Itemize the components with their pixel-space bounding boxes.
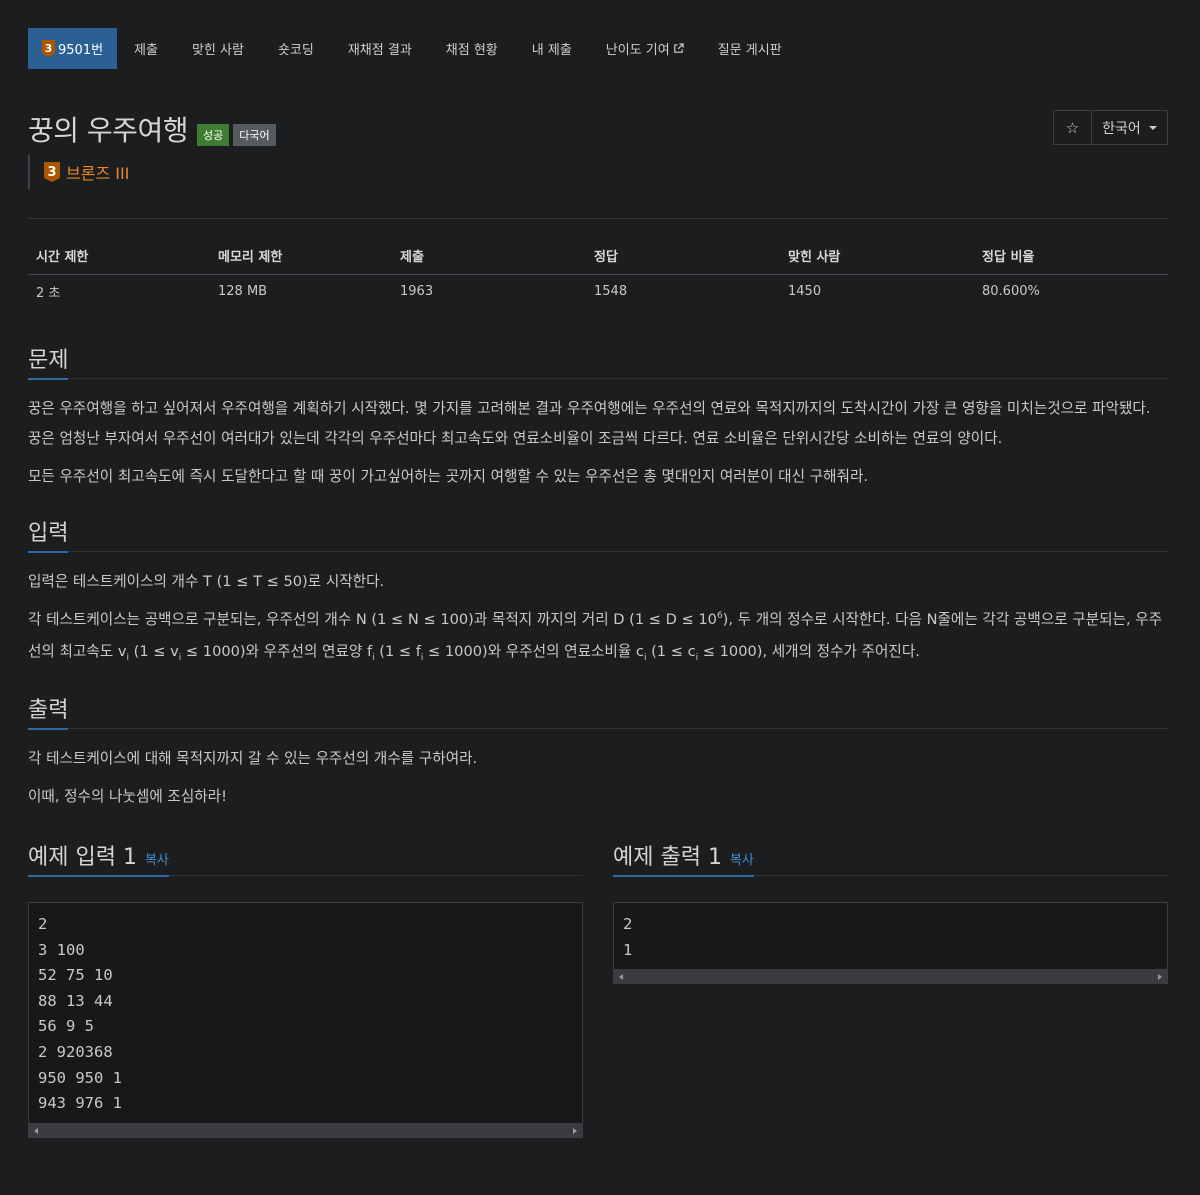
sample-input-line: 56 9 5	[38, 1017, 94, 1036]
input-text: (1 ≤ c	[646, 643, 696, 660]
sample-input-title: 예제 입력 1	[28, 845, 137, 870]
title-actions: ☆ 한국어	[1053, 110, 1168, 145]
sample-output: 예제 출력 1 복사 21	[613, 838, 1168, 1138]
sample-input-line: 3 100	[38, 940, 85, 959]
table-header-row: 시간 제한 메모리 제한 제출 정답 맞힌 사람 정답 비율	[28, 237, 1168, 275]
input-description-2: 각 테스트케이스는 공백으로 구분되는, 우주선의 개수 N (1 ≤ N ≤ …	[28, 605, 1168, 669]
problem-description-2: 모든 우주선이 최고속도에 즉시 도달한다고 할 때 꿍이 가고싶어하는 곳까지…	[28, 468, 869, 485]
sample-input-line: 943 976 1	[38, 1094, 122, 1113]
input-text: 각 테스트케이스는 공백으로 구분되는, 우주선의 개수 N (1 ≤ N ≤ …	[28, 611, 717, 628]
sample-input-line: 52 75 10	[38, 966, 113, 985]
subscript: i	[372, 653, 375, 663]
scroll-right-icon[interactable]	[1158, 974, 1162, 981]
bronze-tier-icon: 3	[44, 162, 60, 182]
language-label: 한국어	[1102, 120, 1141, 137]
sample-output-line: 1	[623, 940, 633, 959]
tab-problem[interactable]: 3 9501번	[28, 28, 118, 69]
value-submissions: 1963	[400, 284, 434, 300]
value-memory-limit: 128 MB	[218, 284, 268, 300]
tab-difficulty-label: 난이도 기여	[605, 43, 670, 58]
value-time-limit: 2 초	[36, 286, 61, 302]
chevron-down-icon	[1148, 125, 1157, 130]
input-text: (1 ≤ v	[129, 643, 179, 660]
tab-solvers[interactable]: 맞힌 사람	[175, 28, 261, 69]
input-text: ≤ 1000)와 우주선의 연료소비율 c	[423, 643, 644, 660]
scroll-right-icon[interactable]	[573, 1127, 577, 1134]
page-title: 꿍의 우주여행	[28, 113, 188, 147]
header-submissions: 제출	[392, 237, 586, 275]
tab-difficulty[interactable]: 난이도 기여	[589, 28, 701, 69]
language-select[interactable]: 한국어	[1092, 111, 1167, 144]
tab-short-coding[interactable]: 숏코딩	[261, 28, 331, 69]
problem-description: 꿍은 우주여행을 하고 싶어져서 우주여행을 계획하기 시작했다. 몇 가지를 …	[28, 400, 1151, 447]
output-description-2: 이때, 정수의 나눗셈에 조심하라!	[28, 788, 227, 805]
sample-output-heading: 예제 출력 1 복사	[613, 839, 754, 877]
bronze-tier-icon: 3	[42, 40, 55, 57]
tab-my-submissions[interactable]: 내 제출	[515, 28, 589, 69]
tier-link[interactable]: 3 브론즈 III	[28, 155, 1168, 189]
header-time-limit: 시간 제한	[28, 237, 210, 275]
sample-output-box[interactable]: 21	[613, 902, 1168, 971]
copy-input-button[interactable]: 복사	[145, 853, 169, 868]
header-ratio: 정답 비율	[974, 237, 1168, 275]
section-input-title: 입력	[28, 515, 69, 553]
sample-output-title: 예제 출력 1	[613, 845, 722, 870]
divider	[28, 218, 1168, 219]
sample-output-line: 2	[623, 915, 633, 933]
samples: 예제 입력 1 복사 2 3 100 52 75 10 88 13 44 56 9 5 2 …	[28, 838, 1168, 1138]
output-description: 각 테스트케이스에 대해 목적지까지 갈 수 있는 우주선의 개수를 구하여라.	[28, 750, 478, 767]
sample-input-line: 950 950 1	[38, 1068, 122, 1087]
scroll-left-icon[interactable]	[34, 1127, 38, 1134]
tab-status[interactable]: 채점 현황	[429, 28, 515, 69]
star-icon[interactable]: ☆	[1054, 111, 1092, 144]
sample-input-heading: 예제 입력 1 복사	[28, 839, 169, 877]
sample-output-header: 예제 출력 1 복사	[613, 838, 1168, 877]
tier-label: 브론즈 III	[66, 164, 130, 183]
problem-nav: 3 9501번 제출 맞힌 사람 숏코딩 재채점 결과 채점 현황 내 제출 난…	[28, 28, 1168, 69]
input-description: 입력은 테스트케이스의 개수 T (1 ≤ T ≤ 50)로 시작한다.	[28, 573, 385, 590]
value-solvers: 1450	[788, 284, 822, 300]
value-ratio: 80.600%	[982, 284, 1040, 300]
subscript: i	[126, 653, 129, 663]
header-solvers: 맞힌 사람	[780, 237, 974, 275]
tab-submit[interactable]: 제출	[117, 28, 175, 69]
header-memory-limit: 메모리 제한	[210, 237, 392, 275]
status-badge-multilang: 다국어	[233, 123, 276, 146]
problem-info-table: 시간 제한 메모리 제한 제출 정답 맞힌 사람 정답 비율 2 초 128 M…	[28, 237, 1168, 309]
subscript: i	[178, 653, 182, 663]
scroll-left-icon[interactable]	[619, 974, 623, 981]
header-accepted: 정답	[586, 237, 780, 275]
input-text: ≤ 1000)와 우주선의 연료양 f	[181, 643, 373, 660]
section-output-title: 출력	[28, 692, 69, 730]
subscript: i	[695, 653, 699, 663]
input-text: ≤ 1000), 세개의 정수가 주어진다.	[698, 643, 920, 660]
sample-input-line: 2	[38, 915, 48, 933]
tab-board[interactable]: 질문 게시판	[701, 28, 799, 69]
value-accepted: 1548	[594, 284, 628, 300]
section-problem-header: 문제	[28, 341, 1168, 380]
sample-input-line: 88 13 44	[38, 991, 113, 1010]
status-badge-success: 성공	[196, 123, 230, 146]
horizontal-scrollbar[interactable]	[613, 970, 1168, 985]
sample-input-line: 2 920368	[38, 1042, 113, 1061]
section-problem-title: 문제	[28, 342, 69, 380]
tab-problem-label: 9501번	[58, 43, 104, 58]
external-link-icon	[673, 43, 684, 53]
table-row: 2 초 128 MB 1963 1548 1450 80.600%	[28, 274, 1168, 309]
section-output-header: 출력	[28, 691, 1168, 730]
copy-output-button[interactable]: 복사	[730, 853, 754, 868]
section-input-header: 입력	[28, 514, 1168, 553]
input-text: (1 ≤ f	[374, 643, 421, 660]
superscript: 6	[716, 611, 723, 621]
title-row: 꿍의 우주여행 성공 다국어 ☆ 한국어	[28, 110, 1168, 147]
tab-rejudge[interactable]: 재채점 결과	[331, 28, 429, 69]
sample-input-box[interactable]: 2 3 100 52 75 10 88 13 44 56 9 5 2 920368 950 …	[28, 902, 583, 1124]
sample-input-header: 예제 입력 1 복사	[28, 838, 583, 877]
sample-input: 예제 입력 1 복사 2 3 100 52 75 10 88 13 44 56 9 5 2 …	[28, 838, 583, 1138]
horizontal-scrollbar[interactable]	[28, 1123, 583, 1138]
